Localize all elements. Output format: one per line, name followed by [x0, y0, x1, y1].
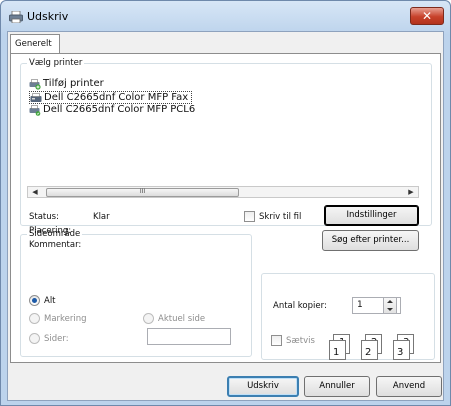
printer-icon [29, 105, 41, 116]
print-to-file-checkbox[interactable] [244, 211, 255, 222]
preferences-button[interactable]: Indstillinger [324, 205, 419, 226]
scroll-right-icon[interactable]: ▶ [406, 188, 416, 196]
range-pages-radio[interactable] [29, 333, 40, 344]
page-number: 3 [397, 347, 404, 358]
pages-input[interactable] [147, 328, 231, 345]
window-title: Udskriv [27, 10, 69, 23]
printer-item-label: Tilføj printer [43, 78, 104, 89]
collate-checkbox[interactable] [271, 335, 282, 346]
scroll-thumb-grip: III [139, 188, 146, 195]
add-printer-icon [29, 79, 41, 90]
printer-icon [9, 11, 23, 23]
printer-item-label: Dell C2665dnf Color MFP PCL6 [43, 104, 196, 115]
range-all-radio[interactable] [29, 295, 40, 306]
print-dialog: Udskriv ✕ Generelt Vælg printer Tilføj p… [0, 0, 451, 406]
page-number: 2 [365, 347, 372, 358]
stepper-down-icon[interactable] [387, 308, 393, 311]
page-range-legend: Sideområde [29, 229, 81, 239]
status-value: Klar [93, 212, 110, 222]
page-icon-front: 1 [329, 340, 346, 360]
range-selection-radio[interactable] [29, 313, 40, 324]
find-printer-button[interactable]: Søg efter printer... [322, 230, 419, 251]
collate-page-stack-2: 2 2 [361, 334, 383, 362]
printer-item-label: Dell C2665dnf Color MFP Fax [44, 92, 189, 103]
range-pages-label[interactable]: Sider: [44, 334, 69, 344]
range-all-label[interactable]: Alt [44, 296, 56, 306]
page-icon-front: 3 [393, 340, 410, 360]
print-button[interactable]: Udskriv [227, 376, 299, 397]
status-label: Status: [29, 212, 59, 222]
scroll-left-icon[interactable]: ◀ [30, 188, 40, 196]
copies-stepper[interactable] [383, 297, 397, 314]
general-tab-panel: Vælg printer Tilføj printer Dell C2665dn… [10, 53, 441, 363]
printer-item-add[interactable]: Tilføj printer [29, 78, 104, 91]
page-icon-front: 2 [361, 340, 378, 360]
tab-general[interactable]: Generelt [10, 34, 60, 54]
copies-label: Antal kopier: [273, 301, 327, 311]
stepper-up-icon[interactable] [387, 300, 393, 303]
range-current-page-label[interactable]: Aktuel side [158, 314, 205, 324]
cancel-button[interactable]: Annuller [304, 376, 370, 397]
page-number: 1 [333, 347, 340, 358]
select-printer-legend: Vælg printer [29, 58, 83, 68]
title-bar[interactable]: Udskriv ✕ [1, 1, 450, 35]
range-selection-label[interactable]: Markering [44, 314, 87, 324]
fax-icon [30, 93, 42, 102]
range-current-page-radio[interactable] [143, 313, 154, 324]
printer-list[interactable]: Tilføj printer Dell C2665dnf Color MFP F… [27, 72, 419, 130]
printer-list-scrollbar[interactable]: ◀ III ▶ [27, 186, 419, 198]
printer-item-pcl6[interactable]: Dell C2665dnf Color MFP PCL6 [29, 104, 195, 117]
dialog-body: Generelt Vælg printer Tilføj printer Del… [7, 31, 444, 401]
printer-item-fax[interactable]: Dell C2665dnf Color MFP Fax [29, 91, 193, 104]
scroll-thumb[interactable]: III [46, 188, 239, 197]
close-button[interactable]: ✕ [410, 7, 444, 25]
print-to-file-label[interactable]: Skriv til fil [259, 212, 301, 222]
collate-page-stack-1: 1 1 [329, 334, 351, 362]
apply-button[interactable]: Anvend [376, 376, 442, 397]
collate-page-stack-3: 3 3 [393, 334, 415, 362]
collate-label[interactable]: Sætvis [286, 336, 315, 346]
